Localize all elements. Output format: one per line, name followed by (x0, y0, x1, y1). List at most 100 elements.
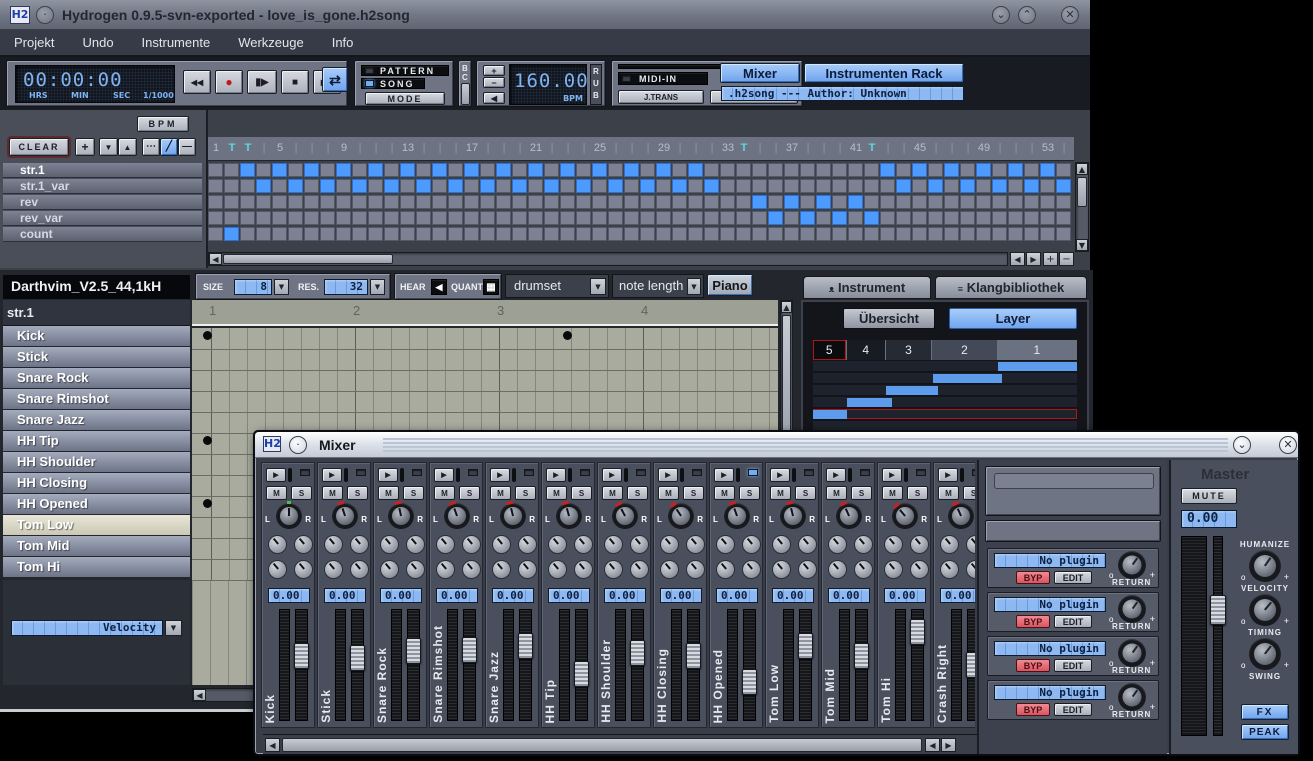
mixer-scroll-left2-button[interactable]: ◀ (925, 738, 940, 752)
song-grid-cell[interactable] (320, 227, 335, 241)
jack-transport-button[interactable]: J.TRANS (618, 90, 704, 104)
fx-send-knob[interactable] (518, 535, 537, 554)
song-grid-cell[interactable] (576, 227, 591, 241)
move-pattern-down-button[interactable]: ▼ (99, 138, 118, 156)
song-grid-cell[interactable] (400, 227, 415, 241)
channel-solo-button[interactable]: S (347, 486, 368, 500)
song-grid-cell[interactable] (944, 195, 959, 209)
fx-send-knob[interactable] (772, 535, 791, 554)
note-length-dropdown[interactable]: note length ▼ (612, 274, 704, 298)
channel-fader-handle[interactable] (630, 640, 645, 666)
song-grid-cell[interactable] (960, 163, 975, 177)
song-grid-cell[interactable] (1024, 163, 1039, 177)
song-grid-cell[interactable] (544, 227, 559, 241)
song-grid-cell[interactable] (672, 227, 687, 241)
song-grid-cell[interactable] (608, 227, 623, 241)
pattern-row-count[interactable]: count (3, 227, 202, 242)
channel-solo-button[interactable]: S (291, 486, 312, 500)
channel-fader-track[interactable] (519, 609, 532, 721)
channel-fader-track[interactable] (743, 609, 756, 721)
ruler-tick[interactable]: 25 (592, 137, 608, 160)
song-grid-cell[interactable] (304, 227, 319, 241)
channel-play-button[interactable]: ▶ (882, 468, 902, 482)
ruler-tick[interactable]: | (304, 137, 320, 160)
song-grid-cell[interactable] (592, 163, 607, 177)
song-grid-cell[interactable] (976, 211, 991, 225)
fx-send-knob[interactable] (630, 535, 649, 554)
song-grid-cell[interactable] (768, 211, 783, 225)
fx-send-knob[interactable] (548, 560, 567, 579)
song-grid-cell[interactable] (1008, 211, 1023, 225)
song-grid-cell[interactable] (880, 163, 895, 177)
song-grid-cell[interactable] (880, 211, 895, 225)
song-grid-cell[interactable] (496, 211, 511, 225)
channel-solo-button[interactable]: S (627, 486, 648, 500)
ruler-tick[interactable]: | (560, 137, 576, 160)
tab-layer[interactable]: Layer (949, 308, 1077, 329)
song-grid-cell[interactable] (224, 163, 239, 177)
channel-mute-button[interactable]: M (938, 486, 959, 500)
layer-header-3[interactable]: 3 (886, 340, 932, 360)
song-grid-cell[interactable] (368, 163, 383, 177)
song-scroll-up-button[interactable]: ▲ (1076, 163, 1088, 175)
song-hscroll-handle[interactable] (223, 254, 393, 264)
song-grid-cell[interactable] (288, 211, 303, 225)
song-grid-cell[interactable] (992, 227, 1007, 241)
song-grid-cell[interactable] (912, 179, 927, 193)
song-grid-cell[interactable] (352, 179, 367, 193)
song-grid-cell[interactable] (448, 195, 463, 209)
fx-send-knob[interactable] (884, 535, 903, 554)
fx-return-knob[interactable]: o+ (1118, 551, 1146, 579)
song-grid-cell[interactable] (368, 211, 383, 225)
drumset-dropdown-arrow[interactable]: ▼ (590, 278, 606, 295)
hear-notes-button[interactable]: ◀ (431, 279, 447, 295)
song-grid-cell[interactable] (640, 195, 655, 209)
ruler-tick[interactable]: | (608, 137, 624, 160)
song-grid-cell[interactable] (880, 195, 895, 209)
song-grid-cell[interactable] (672, 179, 687, 193)
song-grid-cell[interactable] (624, 163, 639, 177)
layer-row[interactable] (813, 373, 1077, 384)
song-grid-cell[interactable] (672, 211, 687, 225)
song-scroll-right-button[interactable]: ▶ (1026, 252, 1041, 266)
ruler-tick[interactable]: | (816, 137, 832, 160)
song-grid-cell[interactable] (368, 195, 383, 209)
song-grid-cell[interactable] (928, 179, 943, 193)
ruler-tick[interactable]: | (688, 137, 704, 160)
song-grid-cell[interactable] (624, 227, 639, 241)
fx-send-knob[interactable] (492, 560, 511, 579)
res-dropdown-button[interactable]: ▼ (370, 279, 385, 295)
song-grid-cell[interactable] (480, 179, 495, 193)
fx-return-knob[interactable]: o+ (1118, 683, 1146, 711)
fx-plugin-display[interactable]: No plugin (994, 597, 1106, 612)
pattern-row-str.1_var[interactable]: str.1_var (3, 179, 202, 194)
channel-fader-handle[interactable] (742, 669, 757, 695)
pattern-mode-indicator[interactable]: PATTERN (361, 65, 449, 76)
song-grid-cell[interactable] (656, 211, 671, 225)
song-grid-cell[interactable] (688, 211, 703, 225)
song-grid-cell[interactable] (1040, 211, 1055, 225)
ruler-tick[interactable]: | (416, 137, 432, 160)
song-grid-cell[interactable] (912, 227, 927, 241)
ruler-tick[interactable]: | (1008, 137, 1024, 160)
ruler-tick[interactable]: | (544, 137, 560, 160)
window-menu-button[interactable]: · (36, 6, 54, 24)
fx-edit-button[interactable]: EDIT (1054, 659, 1092, 672)
property-dropdown-button[interactable]: ▼ (165, 620, 182, 636)
song-grid-cell[interactable] (256, 227, 271, 241)
song-grid-cell[interactable] (448, 227, 463, 241)
fx-return-knob[interactable]: o+ (1118, 595, 1146, 623)
song-grid-cell[interactable] (784, 179, 799, 193)
new-pattern-button[interactable]: + (75, 138, 95, 156)
song-grid-cell[interactable] (368, 179, 383, 193)
song-grid-cell[interactable] (480, 227, 495, 241)
layer-header-1[interactable]: 1 (998, 340, 1077, 360)
song-grid-cell[interactable] (608, 195, 623, 209)
pattern-row-str.1[interactable]: str.1 (3, 163, 202, 178)
menu-item-projekt[interactable]: Projekt (0, 30, 68, 57)
song-scroll-left2-button[interactable]: ◀ (1010, 252, 1025, 266)
song-grid-cell[interactable] (1024, 179, 1039, 193)
channel-mute-button[interactable]: M (882, 486, 903, 500)
rewind-button[interactable]: ◀◀ (183, 70, 211, 94)
fx-send-knob[interactable] (406, 560, 425, 579)
